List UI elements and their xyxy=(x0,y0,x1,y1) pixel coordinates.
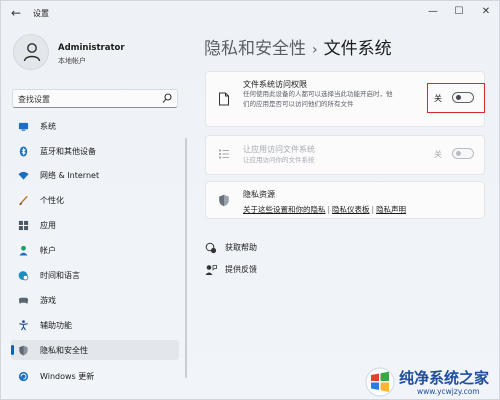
watermark-text: 纯净系统之家 xyxy=(399,369,490,387)
shield-icon xyxy=(19,345,28,356)
sidebar-item-network[interactable]: 网络 & Internet xyxy=(11,165,179,185)
sidebar-scrollbar[interactable] xyxy=(185,138,187,378)
minimize-button[interactable]: — xyxy=(422,4,444,20)
sidebar-item-bluetooth[interactable]: 蓝牙和其他设备 xyxy=(11,141,179,161)
windows-logo-icon xyxy=(365,367,395,397)
privacy-statement-link[interactable]: 隐私声明 xyxy=(376,205,406,214)
toggle-state-label: 关 xyxy=(434,150,442,159)
close-button[interactable]: ✕ xyxy=(475,4,497,20)
search-input[interactable]: 查找设置 xyxy=(12,89,178,108)
sidebar-item-label: 时间和语言 xyxy=(40,271,80,280)
sidebar-item-personalization[interactable]: 个性化 xyxy=(11,190,179,210)
card-title: 文件系统访问权限 xyxy=(243,80,307,89)
sidebar-item-label: 个性化 xyxy=(40,196,64,205)
app-access-toggle[interactable] xyxy=(452,148,474,159)
sidebar-item-label: 游戏 xyxy=(40,296,56,305)
accessibility-icon xyxy=(19,320,28,331)
sidebar-item-system[interactable]: 系统 xyxy=(11,116,179,136)
breadcrumb-separator: › xyxy=(312,42,318,58)
sidebar-item-windows-update[interactable]: Windows 更新 xyxy=(11,366,179,386)
feedback-icon xyxy=(205,265,217,275)
sidebar-item-label: 辅助功能 xyxy=(40,321,72,330)
give-feedback-link[interactable]: 提供反馈 xyxy=(205,263,275,277)
user-profile[interactable]: Administrator 本地帐户 xyxy=(13,34,183,74)
sidebar-item-label: 蓝牙和其他设备 xyxy=(40,147,96,156)
monitor-icon xyxy=(18,122,29,131)
account-type: 本地帐户 xyxy=(58,57,86,65)
list-icon xyxy=(219,149,229,159)
sidebar-item-label: 应用 xyxy=(40,221,56,230)
sidebar-item-apps[interactable]: 应用 xyxy=(11,215,179,235)
shield-icon xyxy=(219,194,229,207)
toggle-knob xyxy=(456,151,461,156)
watermark-url: www.ycwjzy.com xyxy=(417,387,480,396)
card-title: 让应用访问文件系统 xyxy=(243,145,315,154)
maximize-button[interactable]: ☐ xyxy=(448,4,470,20)
sidebar-item-privacy-security[interactable]: 隐私和安全性 xyxy=(11,340,179,360)
person-icon xyxy=(23,43,41,62)
search-placeholder: 查找设置 xyxy=(18,95,50,104)
card-title: 隐私资源 xyxy=(243,190,275,199)
watermark: 纯净系统之家 www.ycwjzy.com xyxy=(363,365,497,399)
document-icon xyxy=(219,92,229,106)
help-chat-icon xyxy=(205,242,217,254)
privacy-resources-card: 隐私资源 关于这些设置和你的隐私 | 隐私仪表板 | 隐私声明 xyxy=(205,181,485,219)
apps-icon xyxy=(18,220,29,231)
card-description: 让应用访问你的文件系统 xyxy=(243,156,315,164)
sidebar-item-accessibility[interactable]: 辅助功能 xyxy=(11,315,179,335)
globe-clock-icon xyxy=(18,271,29,281)
app-title: 设置 xyxy=(33,9,49,18)
user-name: Administrator xyxy=(58,43,125,53)
breadcrumb-parent[interactable]: 隐私和安全性 xyxy=(204,39,306,59)
page-title: 文件系统 xyxy=(323,39,392,59)
privacy-links: 关于这些设置和你的隐私 | 隐私仪表板 | 隐私声明 xyxy=(243,205,407,214)
sidebar-item-label: Windows 更新 xyxy=(40,372,95,381)
sidebar-item-gaming[interactable]: 游戏 xyxy=(11,290,179,310)
privacy-settings-link[interactable]: 关于这些设置和你的隐私 xyxy=(243,205,326,214)
search-icon[interactable] xyxy=(162,93,172,104)
sidebar-item-label: 帐户 xyxy=(40,246,56,255)
bluetooth-icon xyxy=(19,146,28,157)
avatar xyxy=(13,34,49,70)
privacy-dashboard-link[interactable]: 隐私仪表板 xyxy=(332,205,370,214)
file-access-toggle[interactable] xyxy=(452,92,474,103)
sidebar-item-label: 隐私和安全性 xyxy=(40,346,88,355)
sidebar-item-time-language[interactable]: 时间和语言 xyxy=(11,265,179,285)
sidebar-item-label: 系统 xyxy=(40,122,56,131)
highlight-box: 关 xyxy=(427,83,485,113)
wifi-icon xyxy=(18,171,29,180)
sidebar-item-accounts[interactable]: 帐户 xyxy=(11,240,179,260)
breadcrumb: 隐私和安全性 › 文件系统 xyxy=(204,34,392,59)
brush-icon xyxy=(19,195,28,206)
title-bar: ← 设置 — ☐ ✕ xyxy=(1,1,500,27)
toggle-knob xyxy=(456,95,461,100)
get-help-link[interactable]: 获取帮助 xyxy=(205,241,275,255)
give-feedback-label: 提供反馈 xyxy=(225,265,257,274)
get-help-label: 获取帮助 xyxy=(225,243,257,252)
update-icon xyxy=(18,371,29,382)
settings-window: ← 设置 — ☐ ✕ Administrator 本地帐户 查找设置 系统 蓝牙… xyxy=(0,0,500,400)
sidebar-item-label: 网络 & Internet xyxy=(40,171,100,180)
app-file-access-card: 让应用访问文件系统 让应用访问你的文件系统 关 xyxy=(205,135,485,175)
person-icon xyxy=(19,245,28,256)
gamepad-icon xyxy=(18,297,29,304)
active-indicator xyxy=(11,345,14,355)
back-arrow-icon[interactable]: ← xyxy=(11,6,21,20)
toggle-state-label: 关 xyxy=(434,94,442,103)
card-description: 任何使用此设备的人都可以选择当此功能开启时，他们的应用是否可以访问他们的所有文件 xyxy=(243,90,393,108)
